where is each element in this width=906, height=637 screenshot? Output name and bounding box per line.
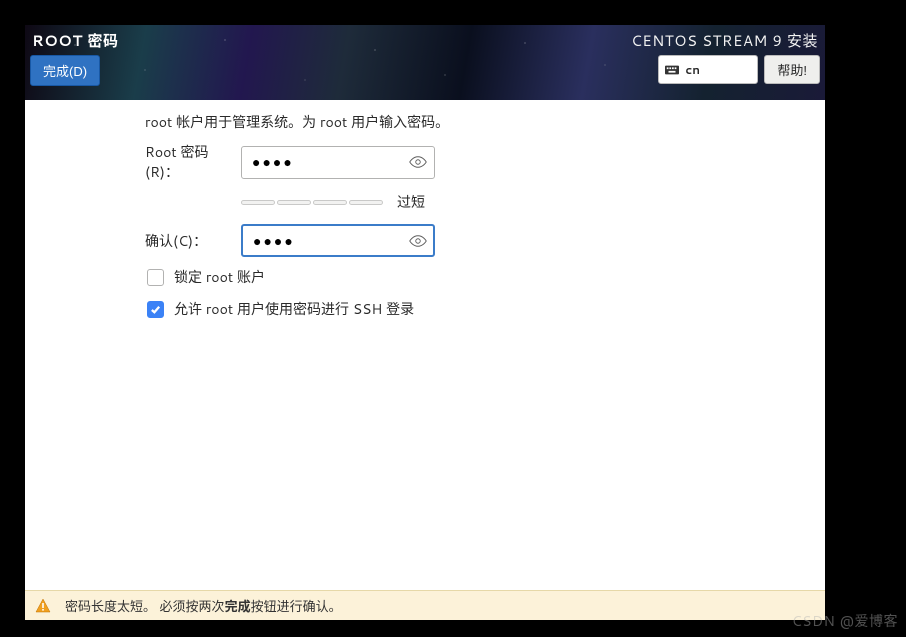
strength-segment	[349, 200, 383, 205]
warning-message: 密码长度太短。 必须按两次完成按钮进行确认。	[65, 596, 342, 616]
strength-segment	[277, 200, 311, 205]
warning-icon	[35, 598, 51, 614]
root-password-input[interactable]	[241, 146, 435, 179]
password-strength-meter	[241, 200, 383, 205]
confirm-password-input[interactable]	[241, 224, 435, 257]
help-button[interactable]: 帮助!	[764, 55, 820, 84]
strength-segment	[313, 200, 347, 205]
confirm-label: 确认(C)：	[145, 231, 241, 251]
strength-segment	[241, 200, 275, 205]
content-area: root 帐户用于管理系统。为 root 用户输入密码。 Root 密码(R)：	[25, 100, 825, 590]
page-title: ROOT 密码	[30, 30, 119, 55]
password-input-holder	[241, 146, 435, 179]
ssh-login-label: 允许 root 用户使用密码进行 SSH 登录	[174, 299, 414, 319]
reveal-confirm-icon[interactable]	[409, 232, 427, 250]
password-row: Root 密码(R)：	[145, 142, 705, 182]
ssh-login-checkbox[interactable]	[147, 301, 164, 318]
form-description: root 帐户用于管理系统。为 root 用户输入密码。	[145, 108, 705, 142]
warning-suffix: 按钮进行确认。	[251, 598, 342, 616]
lock-root-label: 锁定 root 账户	[174, 267, 265, 287]
warning-footer: 密码长度太短。 必须按两次完成按钮进行确认。	[25, 590, 825, 620]
header-left: ROOT 密码 完成(D)	[25, 25, 124, 100]
ssh-login-row: 允许 root 用户使用密码进行 SSH 登录	[147, 299, 705, 319]
done-button[interactable]: 完成(D)	[30, 55, 100, 86]
warning-bold: 完成	[225, 598, 251, 616]
confirm-row: 确认(C)：	[145, 224, 705, 257]
keyboard-icon	[665, 65, 679, 75]
password-strength-row: 过短	[241, 192, 705, 212]
confirm-input-holder	[241, 224, 435, 257]
keyboard-layout-text: cn	[685, 61, 700, 78]
lock-root-checkbox[interactable]	[147, 269, 164, 286]
installer-title: CENTOS STREAM 9 安装	[631, 30, 820, 55]
check-icon	[150, 304, 161, 315]
password-label: Root 密码(R)：	[145, 142, 241, 182]
warning-prefix: 密码长度太短。 必须按两次	[65, 598, 225, 616]
keyboard-layout-indicator[interactable]: cn	[658, 55, 758, 84]
header-bar: ROOT 密码 完成(D) CENTOS STREAM 9 安装 cn	[25, 25, 825, 100]
lock-root-row: 锁定 root 账户	[147, 267, 705, 287]
root-password-form: root 帐户用于管理系统。为 root 用户输入密码。 Root 密码(R)：	[145, 108, 705, 319]
installer-window: ROOT 密码 完成(D) CENTOS STREAM 9 安装 cn	[25, 25, 825, 620]
password-strength-text: 过短	[397, 192, 425, 212]
reveal-password-icon[interactable]	[409, 153, 427, 171]
header-right: CENTOS STREAM 9 安装 cn 帮助!	[626, 25, 825, 100]
header-controls: cn 帮助!	[631, 55, 820, 84]
